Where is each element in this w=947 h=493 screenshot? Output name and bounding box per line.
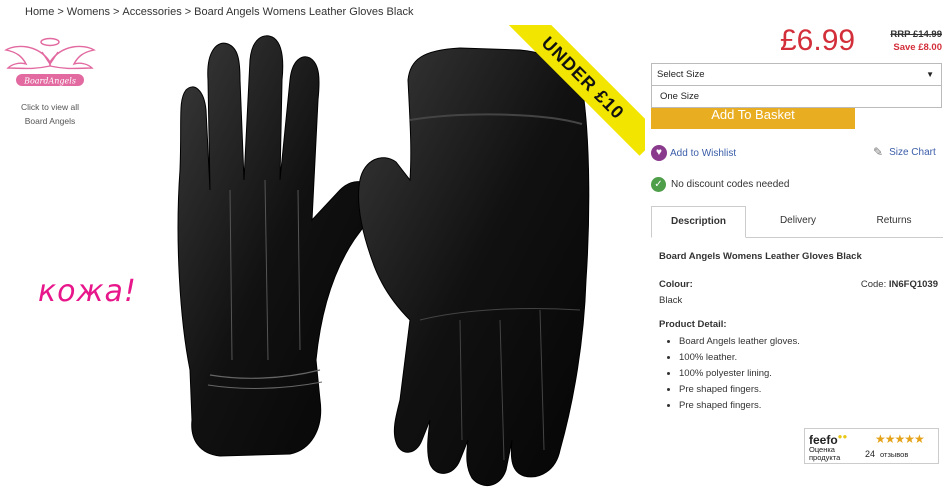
logo-text: BoardAngels <box>23 77 76 86</box>
list-item: 100% polyester lining. <box>679 366 944 382</box>
feefo-subtitle-line2: продукта <box>809 453 841 462</box>
description-title: Board Angels Womens Leather Gloves Black <box>659 251 862 262</box>
feefo-subtitle: Оценка продукта <box>809 446 840 462</box>
breadcrumb: Home > Womens > Accessories > Board Angels Wom… <box>25 6 413 18</box>
breadcrumb-separator: > <box>112 6 120 18</box>
colour-value: Black <box>659 295 683 306</box>
size-select-value: Select Size <box>657 69 705 80</box>
brand-link[interactable]: BoardAngels Click to view all Board Ange… <box>0 34 100 128</box>
breadcrumb-separator: > <box>57 6 64 18</box>
breadcrumb-current: Board Angels Womens Leather Gloves Black <box>194 6 414 18</box>
feefo-badge[interactable]: feefo●● Оценка продукта ★★★★★ 24 отзывов <box>804 428 939 464</box>
size-option-one-size[interactable]: One Size <box>651 86 942 108</box>
board-angels-logo[interactable]: BoardAngels <box>2 34 98 94</box>
breadcrumb-womens[interactable]: Womens <box>67 6 110 18</box>
promo-ribbon-text: UNDER £10 <box>505 25 645 156</box>
breadcrumb-accessories[interactable]: Accessories <box>122 6 181 18</box>
save-amount: Save £8.00 <box>893 42 942 53</box>
promo-ribbon: UNDER £10 <box>470 25 645 175</box>
product-detail: Product Detail: Board Angels leather glo… <box>659 319 944 414</box>
tab-returns[interactable]: Returns <box>850 206 938 237</box>
product-tabs: Description Delivery Returns <box>651 206 943 238</box>
brand-caption[interactable]: Click to view all Board Angels <box>0 100 100 128</box>
ruler-icon: ✎ <box>873 145 884 159</box>
description-panel: Board Angels Womens Leather Gloves Black… <box>659 251 944 414</box>
size-select[interactable]: Select Size ▼ <box>651 63 942 86</box>
discount-note: ✓ No discount codes needed <box>651 177 789 192</box>
list-item: Pre shaped fingers. <box>679 382 944 398</box>
product-code: Code: IN6FQ1039 <box>861 279 938 290</box>
brand-caption-line1: Click to view all <box>20 102 80 112</box>
tab-delivery[interactable]: Delivery <box>746 206 850 237</box>
list-item: Pre shaped fingers. <box>679 398 944 414</box>
add-to-wishlist-link[interactable]: ♥ Add to Wishlist <box>651 145 736 161</box>
star-rating-icon: ★★★★★ <box>875 432 925 446</box>
review-count-value: 24 <box>865 449 876 459</box>
price: £6.99 <box>780 24 856 57</box>
detail-label: Product Detail: <box>659 319 727 330</box>
chevron-down-icon: ▼ <box>926 70 934 79</box>
size-chart-label: Size Chart <box>889 146 936 158</box>
colour-row: Colour: Black Code: IN6FQ1039 <box>659 279 944 309</box>
review-count: 24 отзывов <box>865 449 908 459</box>
review-count-label: отзывов <box>880 450 909 459</box>
handwritten-annotation: кожа! <box>38 274 137 309</box>
colour-label: Colour: <box>659 279 693 290</box>
discount-note-text: No discount codes needed <box>671 179 790 190</box>
rrp-price: RRP £14.99 <box>890 29 942 40</box>
brand-caption-line2: Board Angels <box>24 116 76 126</box>
heart-icon: ♥ <box>651 145 667 161</box>
size-chart-link[interactable]: ✎ Size Chart <box>873 145 936 159</box>
wishlist-label: Add to Wishlist <box>670 147 737 159</box>
check-icon: ✓ <box>651 177 666 192</box>
tab-description[interactable]: Description <box>651 206 746 238</box>
detail-list: Board Angels leather gloves. 100% leathe… <box>659 334 944 414</box>
code-label: Code: <box>860 279 887 290</box>
code-value: IN6FQ1039 <box>888 279 938 290</box>
list-item: 100% leather. <box>679 350 944 366</box>
breadcrumb-home[interactable]: Home <box>25 6 54 18</box>
breadcrumb-separator: > <box>184 6 192 18</box>
list-item: Board Angels leather gloves. <box>679 334 944 350</box>
feefo-dots-icon: ●● <box>837 432 848 441</box>
